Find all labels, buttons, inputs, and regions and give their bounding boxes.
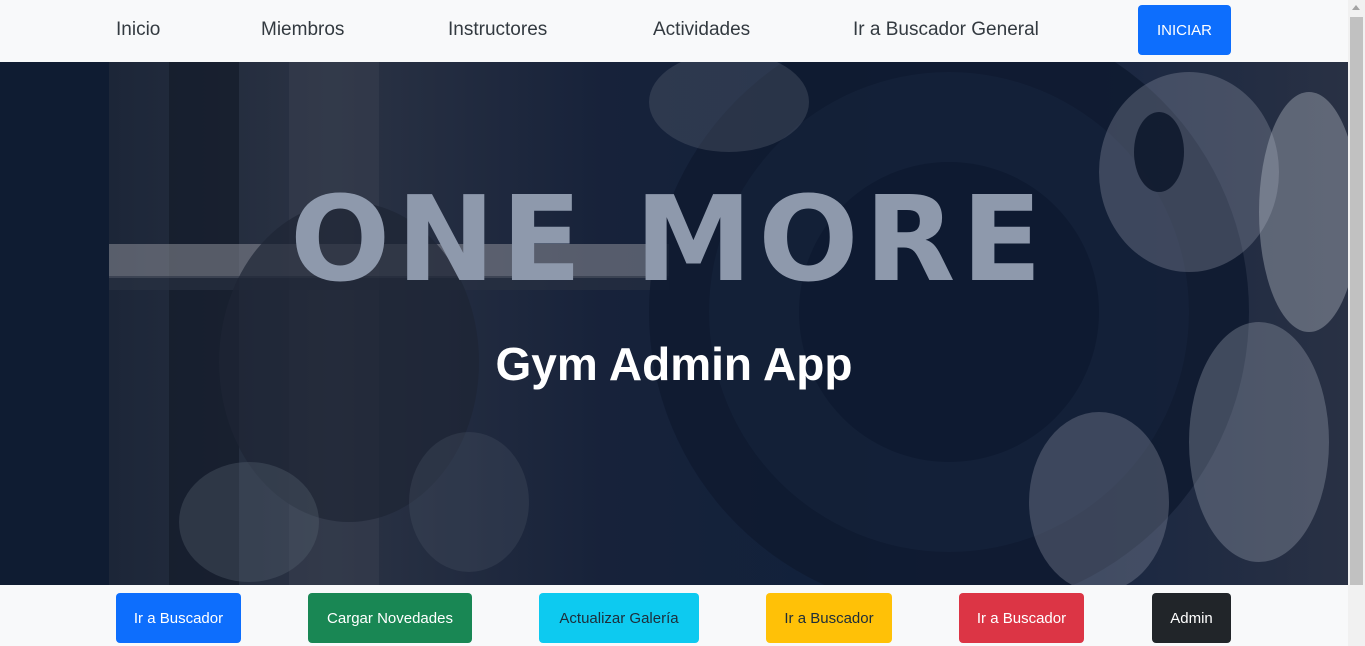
go-to-search-button-red[interactable]: Ir a Buscador (959, 593, 1084, 643)
brand-logo-text: ONE MORE (290, 170, 1048, 308)
nav-link-instructores[interactable]: Instructores (448, 18, 547, 42)
upload-news-button[interactable]: Cargar Novedades (308, 593, 472, 643)
go-to-search-button-yellow[interactable]: Ir a Buscador (766, 593, 892, 643)
update-gallery-button[interactable]: Actualizar Galería (539, 593, 699, 643)
scrollbar-thumb[interactable] (1350, 17, 1363, 585)
action-bar: Ir a Buscador Cargar Novedades Actualiza… (0, 585, 1348, 646)
page-title: Gym Admin App (495, 338, 853, 390)
go-to-search-button-blue[interactable]: Ir a Buscador (116, 593, 241, 643)
admin-button[interactable]: Admin (1152, 593, 1231, 643)
login-button[interactable]: INICIAR (1138, 5, 1231, 55)
nav-link-buscador-general[interactable]: Ir a Buscador General (853, 18, 1039, 42)
nav-link-inicio[interactable]: Inicio (116, 18, 160, 42)
gym-photo-art (109, 62, 1348, 585)
scroll-up-arrow-icon[interactable] (1352, 5, 1360, 10)
top-navbar: Inicio Miembros Instructores Actividades… (0, 0, 1348, 62)
hero-background-image: ONE MORE (109, 62, 1348, 585)
hero-banner: ONE MORE Gym Admin App (0, 62, 1348, 585)
nav-link-actividades[interactable]: Actividades (653, 18, 750, 42)
nav-link-miembros[interactable]: Miembros (261, 18, 344, 42)
vertical-scrollbar[interactable] (1348, 0, 1365, 646)
